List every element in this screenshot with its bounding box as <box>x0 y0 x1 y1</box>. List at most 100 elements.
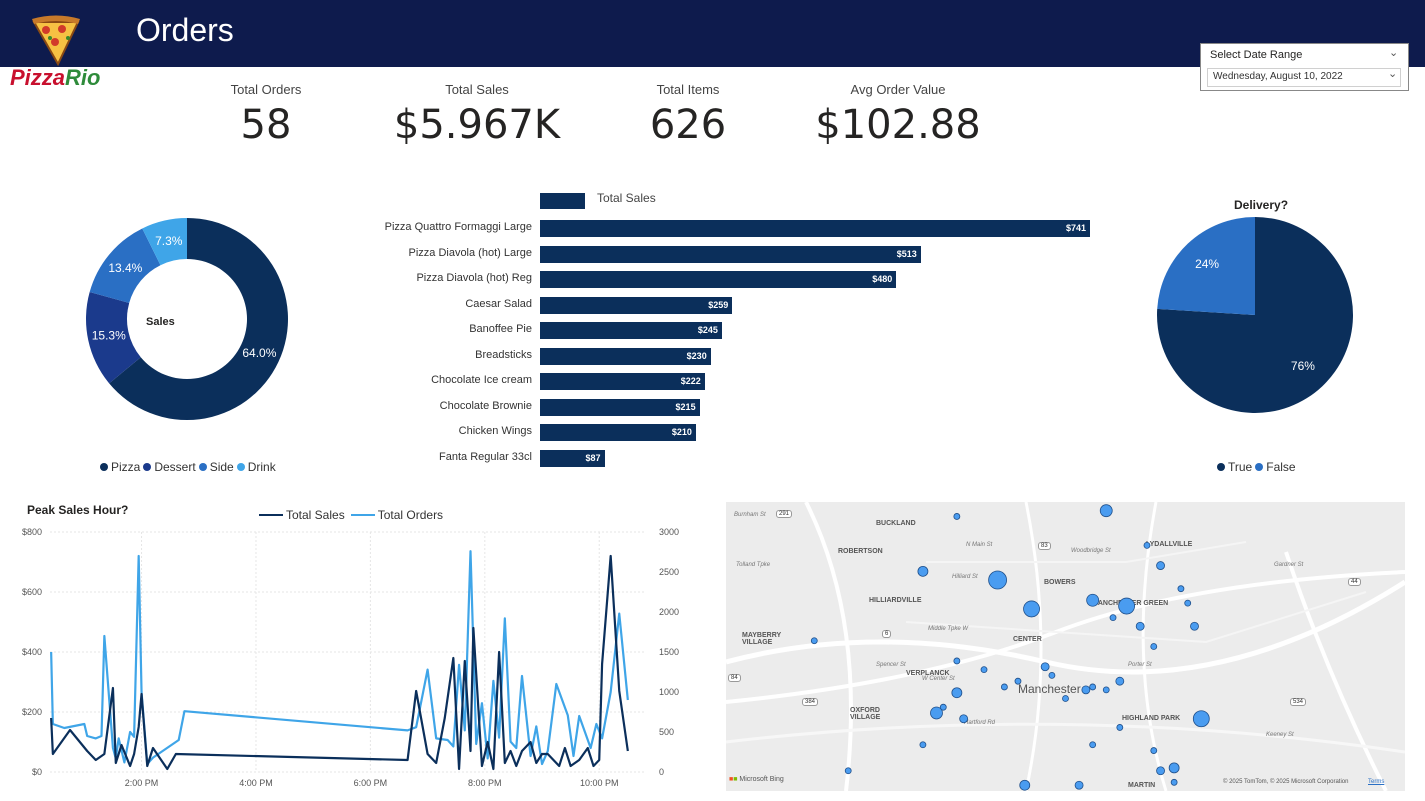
bar-pizza-diavola-hot-large[interactable] <box>540 245 921 263</box>
map-marker[interactable] <box>1118 597 1136 615</box>
slice-label-false: 24% <box>1195 257 1219 271</box>
legend-item-side[interactable]: Side <box>198 460 234 474</box>
x-tick: 4:00 PM <box>239 778 273 788</box>
map-terms-link[interactable]: Terms <box>1368 779 1384 785</box>
map-marker[interactable] <box>1089 741 1097 749</box>
map-marker[interactable] <box>1102 686 1110 694</box>
map-marker[interactable] <box>917 565 929 577</box>
donut-legend: Pizza Dessert Side Drink <box>100 460 279 474</box>
map-marker[interactable] <box>951 687 963 699</box>
kpi-total-sales-label: Total Sales <box>445 82 509 97</box>
map-marker[interactable] <box>1115 676 1125 686</box>
slicer-title: Select Date Range <box>1210 49 1303 61</box>
map-marker[interactable] <box>1177 585 1185 593</box>
kpi-total-orders-label: Total Orders <box>230 82 302 97</box>
map-marker[interactable] <box>1150 747 1158 754</box>
map-marker[interactable] <box>1062 695 1069 702</box>
donut-center-title: Sales <box>146 316 175 328</box>
map-marker[interactable] <box>810 637 818 645</box>
orders-map[interactable]: BUCKLAND ROBERTSON HILLIARDVILLE MAYBERRY V… <box>726 502 1405 791</box>
map-marker[interactable] <box>1156 561 1165 570</box>
bing-brand: ■■ Microsoft Bing <box>729 776 784 783</box>
map-marker[interactable] <box>980 666 988 674</box>
date-range-slicer[interactable]: Select Date Range ⌄ Wednesday, August 10… <box>1200 43 1409 91</box>
delivery-pie-chart: 76% 24% <box>1157 217 1353 413</box>
map-marker[interactable] <box>1116 724 1124 731</box>
map-marker[interactable] <box>1014 677 1022 685</box>
y-left-tick: $200 <box>22 707 42 717</box>
legend-swatch <box>259 514 283 516</box>
map-marker[interactable] <box>1086 593 1100 607</box>
slice-label-dessert: 15.3% <box>92 329 126 343</box>
bar-value-label: $259 <box>708 299 729 310</box>
logo-text-pizza: Pizza <box>10 65 66 90</box>
map-marker[interactable] <box>1135 621 1145 631</box>
map-marker[interactable] <box>930 706 943 720</box>
legend-item-drink[interactable]: Drink <box>236 460 276 474</box>
map-marker[interactable] <box>1192 710 1210 728</box>
date-dropdown[interactable]: Wednesday, August 10, 2022 ⌄ <box>1207 68 1401 87</box>
legend-item-pizza[interactable]: Pizza <box>100 460 140 474</box>
map-marker[interactable] <box>1040 662 1050 672</box>
logo-text-rio: Rio <box>65 65 101 90</box>
legend-label: False <box>1266 460 1296 474</box>
slice-label-pizza: 64.0% <box>242 346 276 360</box>
bar-category-label: Chicken Wings <box>458 425 532 437</box>
slicer-collapse-chevron-icon[interactable]: ⌄ <box>1389 46 1398 59</box>
legend-label: Pizza <box>111 460 141 474</box>
map-marker[interactable] <box>1089 683 1097 691</box>
map-marker[interactable] <box>1156 766 1165 776</box>
y-left-tick: $800 <box>22 527 42 537</box>
bar-value-label: $230 <box>686 350 707 361</box>
bar-category-label: Pizza Quattro Formaggi Large <box>384 221 532 233</box>
bar-legend-label: Total Sales <box>597 191 656 205</box>
map-marker[interactable] <box>1170 778 1178 786</box>
map-marker[interactable] <box>1000 683 1008 691</box>
bar-pizza-diavola-hot-reg[interactable] <box>540 271 897 288</box>
bar-category-label: Breadsticks <box>475 348 532 361</box>
map-marker[interactable] <box>1099 504 1113 518</box>
map-markers <box>810 504 1210 791</box>
y-right-tick: 1000 <box>659 687 679 697</box>
legend-item-true[interactable]: True <box>1217 460 1252 474</box>
map-marker[interactable] <box>1048 671 1056 679</box>
chevron-down-icon[interactable]: ⌄ <box>1388 67 1397 80</box>
line-chart-title: Peak Sales Hour? <box>27 503 129 517</box>
map-marker[interactable] <box>1184 599 1192 607</box>
bar-category-label: Chocolate Brownie <box>439 399 532 412</box>
map-marker[interactable] <box>1168 762 1180 774</box>
y-left-tick: $600 <box>22 587 42 597</box>
map-marker[interactable] <box>953 513 961 520</box>
page-title: Orders <box>136 12 234 48</box>
y-left-tick: $0 <box>32 767 42 777</box>
legend-label: True <box>1228 460 1253 474</box>
map-marker[interactable] <box>1074 780 1084 790</box>
legend-dot <box>198 463 207 471</box>
map-marker[interactable] <box>844 767 852 775</box>
bar-category-label: Pizza Diavola (hot) Reg <box>416 272 532 284</box>
slice-label-drink: 7.3% <box>155 234 183 248</box>
legend-item-false[interactable]: False <box>1255 460 1296 474</box>
y-right-tick: 1500 <box>659 647 679 657</box>
legend-dot <box>1217 463 1225 471</box>
map-marker[interactable] <box>1143 541 1151 549</box>
map-marker[interactable] <box>1019 779 1031 791</box>
y-left-tick: $400 <box>22 647 42 657</box>
bar-pizza-quattro-formaggi-large[interactable] <box>540 220 1090 237</box>
map-marker[interactable] <box>919 741 927 749</box>
map-marker[interactable] <box>1081 685 1091 695</box>
bar-category-label: Chocolate Ice cream <box>431 374 532 386</box>
map-marker[interactable] <box>988 570 1008 590</box>
map-marker[interactable] <box>959 714 969 724</box>
map-marker[interactable] <box>1023 600 1040 618</box>
kpi-avg-order-value-label: Avg Order Value <box>850 82 946 97</box>
bar-category-label: Banoffee Pie <box>469 323 532 335</box>
map-marker[interactable] <box>1190 621 1199 631</box>
map-marker[interactable] <box>953 657 961 665</box>
date-dropdown-value: Wednesday, August 10, 2022 <box>1213 71 1343 82</box>
legend-item-dessert[interactable]: Dessert <box>143 460 196 474</box>
y-right-tick: 2000 <box>659 607 679 617</box>
map-marker[interactable] <box>1109 614 1117 621</box>
slice-label-side: 13.4% <box>108 261 142 275</box>
map-marker[interactable] <box>1150 643 1158 650</box>
